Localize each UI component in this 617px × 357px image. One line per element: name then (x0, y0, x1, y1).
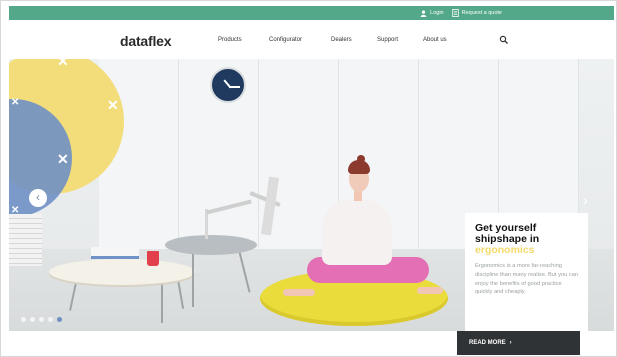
cross-icon: ✕ (57, 151, 69, 167)
nav-item-dealers[interactable]: Dealers (331, 37, 377, 43)
dataflex-logo[interactable]: dataflex (120, 33, 172, 49)
chevron-right-icon: › (583, 192, 588, 208)
chevron-left-icon: ‹ (36, 190, 40, 204)
slider-prev-button[interactable]: ‹ (29, 189, 47, 207)
page: Login Request a quote dataflex Products … (0, 0, 617, 357)
slide-dot[interactable] (48, 317, 53, 322)
slider-next-button[interactable]: › (583, 192, 588, 208)
user-icon (420, 9, 427, 17)
wall-clock (210, 67, 246, 103)
search-icon[interactable] (499, 35, 509, 45)
slide-dot[interactable] (30, 317, 35, 322)
slide-dot[interactable] (39, 317, 44, 322)
card-body: Ergonomics is a more far-reaching discip… (475, 263, 579, 296)
request-quote-link[interactable]: Request a quote (451, 9, 502, 17)
utility-links: Login Request a quote (420, 6, 502, 20)
cross-icon: ✕ (107, 97, 119, 113)
woman-figure (322, 199, 392, 265)
main-navigation-bar: dataflex Products Configurator Dealers S… (9, 20, 614, 60)
chevron-right-icon: › (509, 340, 512, 346)
nav-item-about-us[interactable]: About us (423, 37, 473, 43)
request-quote-label: Request a quote (461, 10, 502, 16)
read-more-button[interactable]: READ MORE › (457, 331, 580, 355)
card-title-highlight: ergonomics (475, 244, 535, 256)
main-nav: Products Configurator Dealers Support Ab… (218, 37, 473, 43)
login-label: Login (430, 10, 444, 16)
read-more-label: READ MORE (469, 340, 506, 346)
white-round-table (49, 259, 195, 285)
top-utility-bar: Login Request a quote (9, 6, 614, 20)
logo-text: dataflex (120, 33, 172, 49)
slide-dot[interactable] (21, 317, 26, 322)
slider-pagination (21, 317, 62, 322)
nav-item-products[interactable]: Products (218, 37, 269, 43)
slide-dot-active[interactable] (57, 317, 62, 322)
card-title: Get yourself shipshape in ergonomics (475, 223, 580, 256)
red-cup (147, 251, 159, 266)
nav-item-configurator[interactable]: Configurator (269, 37, 331, 43)
login-link[interactable]: Login (420, 9, 444, 17)
document-icon (451, 9, 459, 17)
radiator (9, 214, 42, 266)
hero-content-card: Get yourself shipshape in ergonomics Erg… (465, 213, 588, 331)
cross-icon: ✕ (57, 59, 69, 69)
nav-item-support[interactable]: Support (377, 37, 423, 43)
books (91, 247, 139, 259)
hero-slider: ✕ ✕ ✕ ✕ ✕ ‹ › Get yourself shipshape in … (9, 59, 614, 331)
grey-round-table (165, 235, 257, 255)
cross-icon: ✕ (11, 97, 20, 108)
